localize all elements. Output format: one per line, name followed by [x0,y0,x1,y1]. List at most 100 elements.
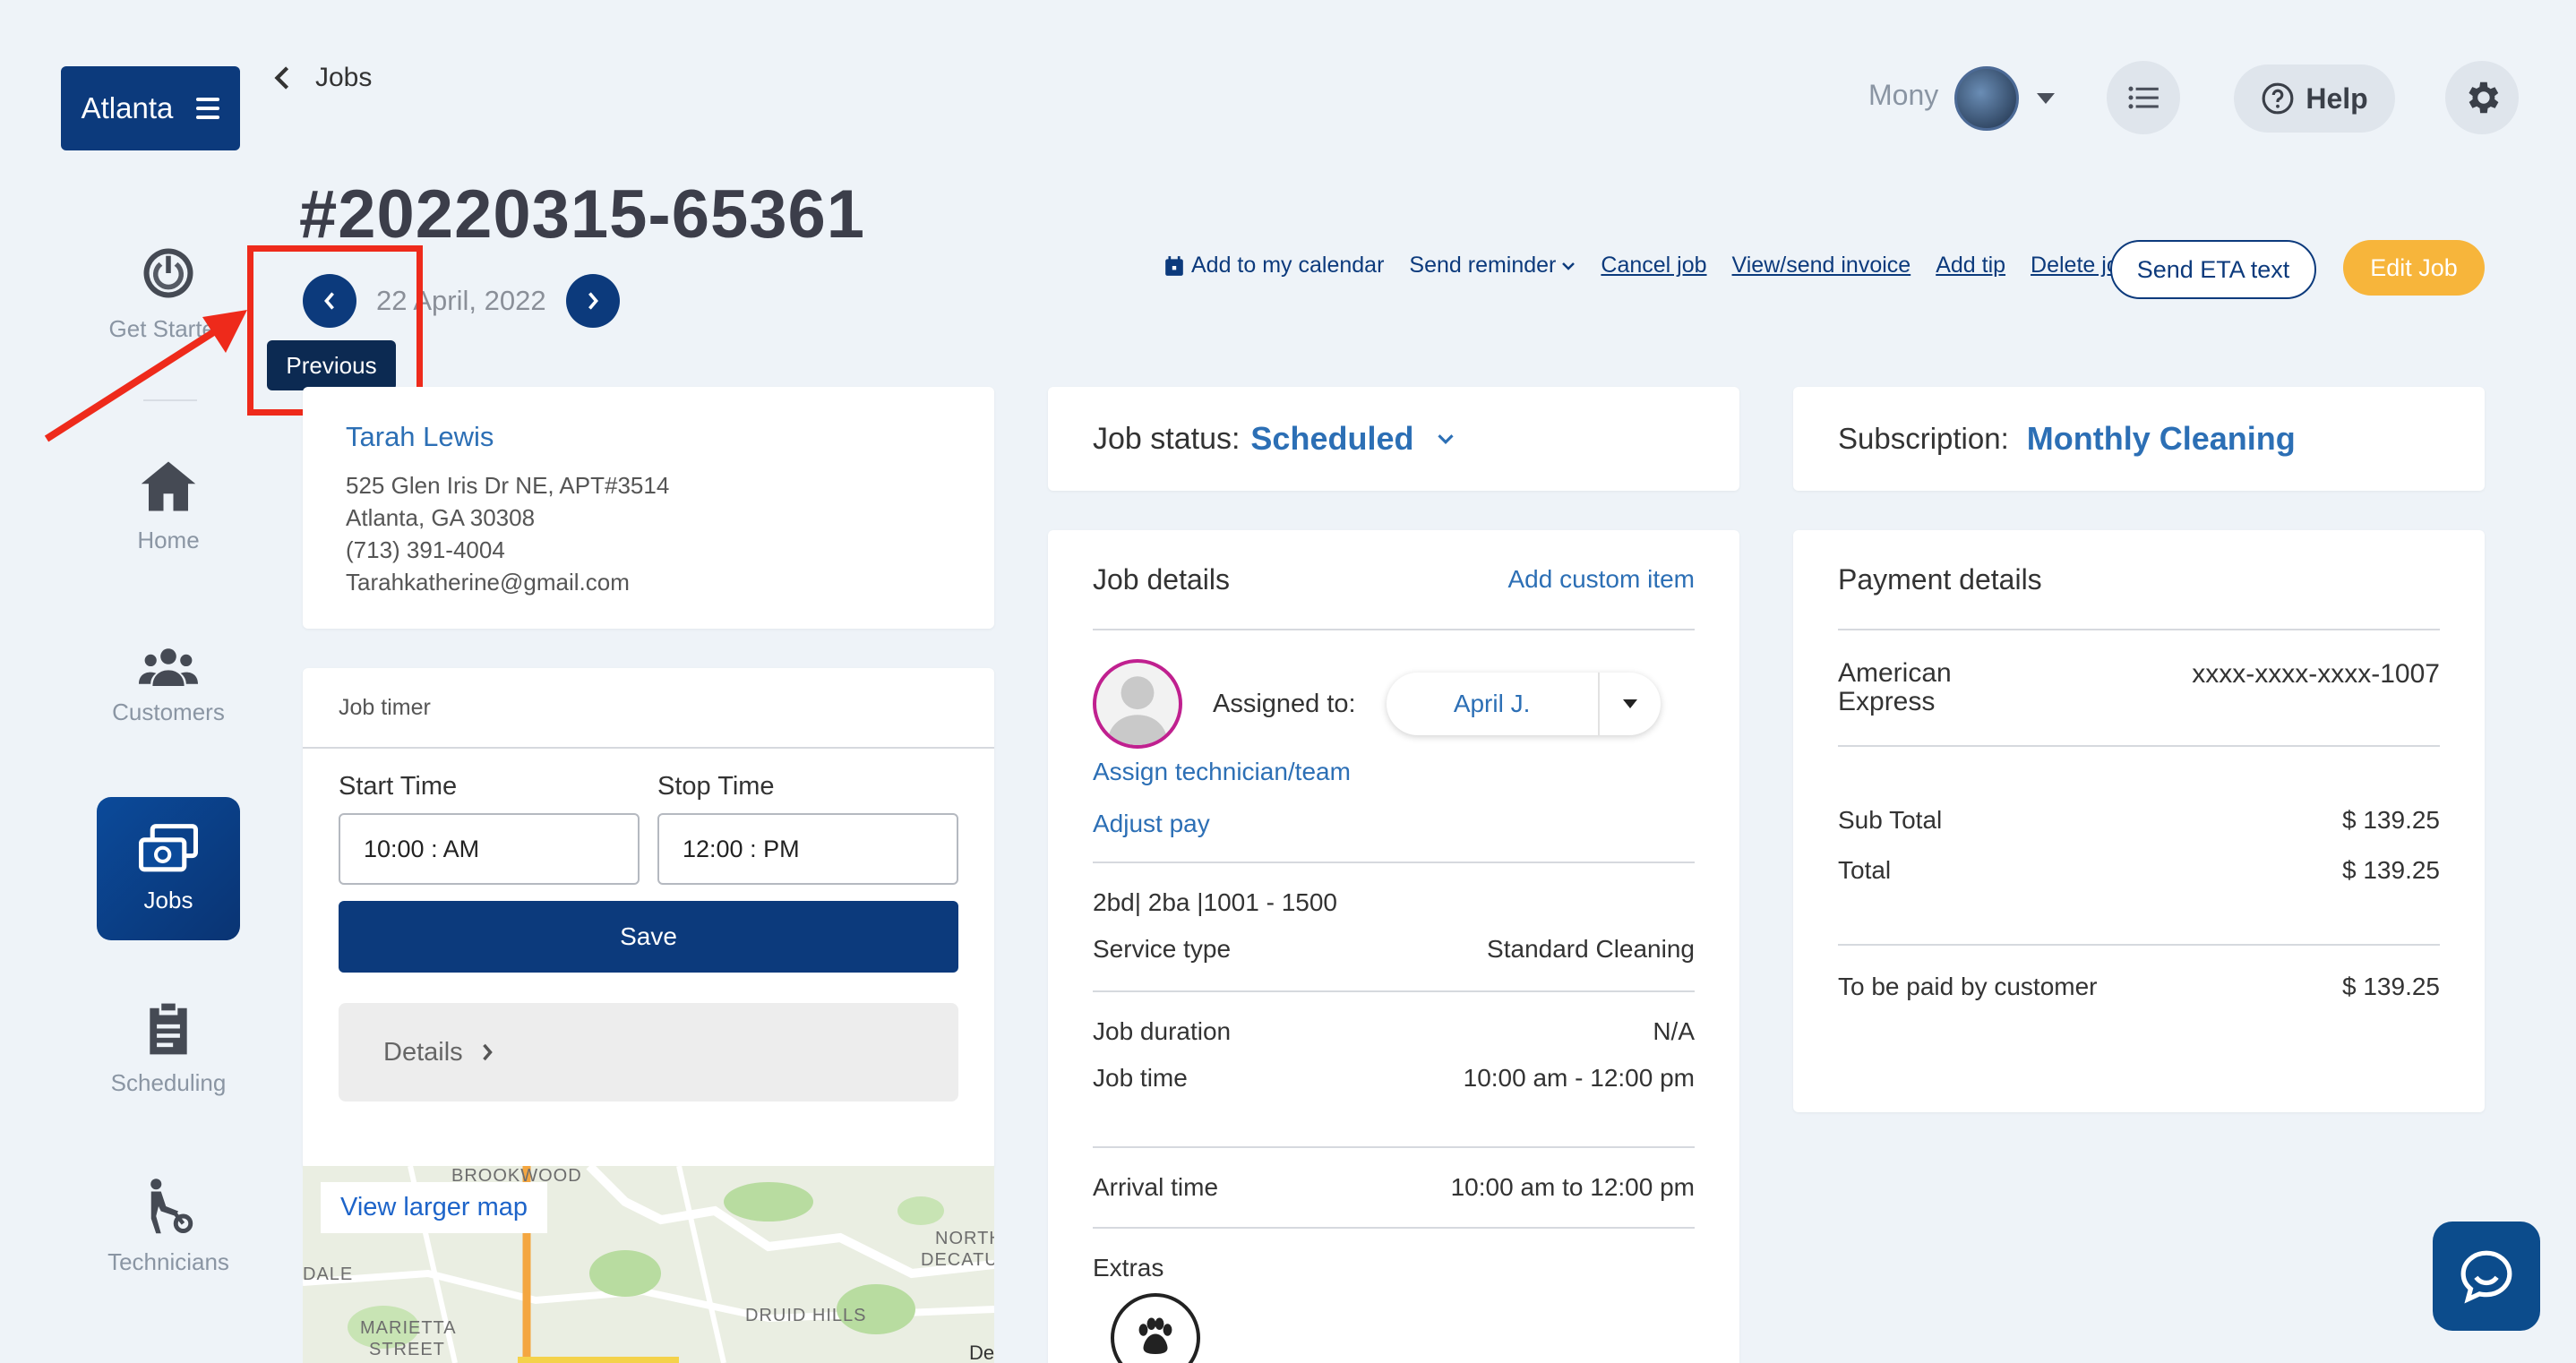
next-job-button[interactable] [565,274,620,328]
user-menu-caret-icon[interactable] [2037,93,2055,104]
user-avatar[interactable] [1954,66,2019,131]
customer-address-line1: 525 Glen Iris Dr NE, APT#3514 [346,472,670,499]
view-invoice-link[interactable]: View/send invoice [1732,253,1911,279]
adjust-pay-link[interactable]: Adjust pay [1093,810,1695,838]
assigned-technician-select[interactable]: April J. [1386,673,1661,735]
card-number: xxxx-xxxx-xxxx-1007 [2192,659,2440,689]
job-status-card[interactable]: Job status: Scheduled [1048,387,1739,491]
view-larger-map-link[interactable]: View larger map [321,1182,548,1233]
start-time-input[interactable]: 10:00 : AM [339,813,640,885]
help-button[interactable]: Help [2234,64,2395,133]
assigned-dropdown-caret[interactable] [1597,673,1661,735]
details-toggle-button[interactable]: Details [339,1003,958,1102]
assigned-technician-value: April J. [1453,690,1531,717]
job-id-title: #20220315-65361 [299,176,866,253]
subtotal-row: Sub Total $ 139.25 [1838,806,2440,834]
power-icon [143,248,193,298]
chevron-right-icon [588,292,598,310]
customer-address-line2: Atlanta, GA 30308 [346,504,536,531]
caret-down-icon [1622,699,1637,708]
job-actions-bar: Add to my calendar Send reminder Cancel … [1164,253,2132,279]
start-time-label: Start Time [339,772,458,801]
subscription-label: Subscription: [1838,422,2009,455]
payment-details-title: Payment details [1838,530,2440,630]
cancel-job-link[interactable]: Cancel job [1601,253,1706,279]
sidebar-item-home[interactable]: Home [97,459,240,554]
help-label: Help [2306,81,2368,115]
list-view-button[interactable] [2107,61,2180,134]
menu-icon [196,98,220,119]
list-icon [2128,86,2159,109]
jobs-icon [139,824,198,872]
customer-email: Tarahkatherine@gmail.com [346,569,630,596]
location-label: Atlanta [81,91,174,124]
add-tip-link[interactable]: Add tip [1936,253,2005,279]
chevron-left-icon [274,66,289,90]
sidebar-item-jobs[interactable]: Jobs [97,797,240,940]
subscription-value[interactable]: Monthly Cleaning [2027,420,2296,458]
sidebar-item-technicians[interactable]: Technicians [97,1177,240,1276]
location-map[interactable]: BROOKWOOD DALE NORTH DECATU DRUID HILLS … [303,1166,994,1363]
sidebar-item-label: Technicians [107,1248,229,1275]
chevron-right-icon [482,1043,493,1061]
customers-icon [139,648,198,686]
settings-button[interactable] [2445,61,2519,134]
subscription-card: Subscription: Monthly Cleaning [1793,387,2485,491]
customer-pays-row: To be paid by customer $ 139.25 [1838,973,2440,1000]
chevron-down-icon [1438,434,1455,444]
send-eta-text-button[interactable]: Send ETA text [2110,240,2316,299]
map-label: NORTH [935,1229,994,1248]
sidebar-item-customers[interactable]: Customers [97,647,240,726]
job-timer-title: Job timer [303,668,994,749]
map-label: MARIETTA [360,1318,457,1338]
edit-job-button[interactable]: Edit Job [2343,240,2485,296]
payment-details-card: Payment details American Express xxxx-xx… [1793,530,2485,1112]
chevron-down-icon [1562,261,1576,270]
divider [1093,1146,1695,1148]
divider [1093,1227,1695,1229]
divider [1838,745,2440,747]
location-menu-button[interactable]: Atlanta [61,66,240,150]
map-label: De [969,1342,994,1363]
details-label: Details [383,1037,463,1067]
add-to-calendar-link[interactable]: Add to my calendar [1164,253,1384,279]
assigned-to-label: Assigned to: [1213,689,1356,718]
customer-card: Tarah Lewis 525 Glen Iris Dr NE, APT#351… [303,387,994,629]
stop-time-label: Stop Time [657,772,775,801]
paw-icon [1138,1317,1172,1354]
job-status-value: Scheduled [1250,420,1414,457]
clipboard-icon [150,1003,187,1055]
home-size: 2bd| 2ba |1001 - 1500 [1093,888,1337,916]
stop-time-input[interactable]: 12:00 : PM [657,813,958,885]
card-type-line2: Express [1838,687,1936,716]
save-button[interactable]: Save [339,901,958,973]
sidebar-item-label: Jobs [143,887,193,913]
customer-name-link[interactable]: Tarah Lewis [346,421,951,453]
map-label: DECATU [921,1250,994,1270]
assign-technician-link[interactable]: Assign technician/team [1093,758,1695,786]
back-to-jobs-link[interactable]: Jobs [274,63,372,93]
person-silhouette-icon [1107,676,1168,745]
sidebar-item-scheduling[interactable]: Scheduling [97,1001,240,1097]
technician-avatar [1093,659,1182,749]
extras-label: Extras [1093,1254,1164,1282]
card-row: American Express xxxx-xxxx-xxxx-1007 [1838,659,2440,716]
annotation-arrow-icon [44,310,247,442]
divider [1093,862,1695,863]
user-name: Mony [1868,79,1939,111]
job-details-title: Job details [1093,562,1230,596]
map-label: DRUID HILLS [745,1306,867,1325]
send-reminder-dropdown[interactable]: Send reminder [1409,253,1576,279]
add-custom-item-link[interactable]: Add custom item [1507,565,1695,594]
map-label: STREET [369,1340,445,1359]
help-icon [2262,82,2294,115]
job-timer-card: Job timer Start Time Stop Time 10:00 : A… [303,668,994,1170]
chat-support-button[interactable] [2433,1222,2540,1331]
extra-pet-icon[interactable] [1111,1293,1200,1363]
job-details-card: Job details Add custom item Assigned to:… [1048,530,1739,1363]
job-duration-row: Job duration N/A [1093,1017,1695,1045]
sidebar-item-label: Customers [112,699,225,725]
technician-icon [150,1179,193,1234]
total-row: Total $ 139.25 [1838,856,2440,884]
home-icon [141,461,196,511]
